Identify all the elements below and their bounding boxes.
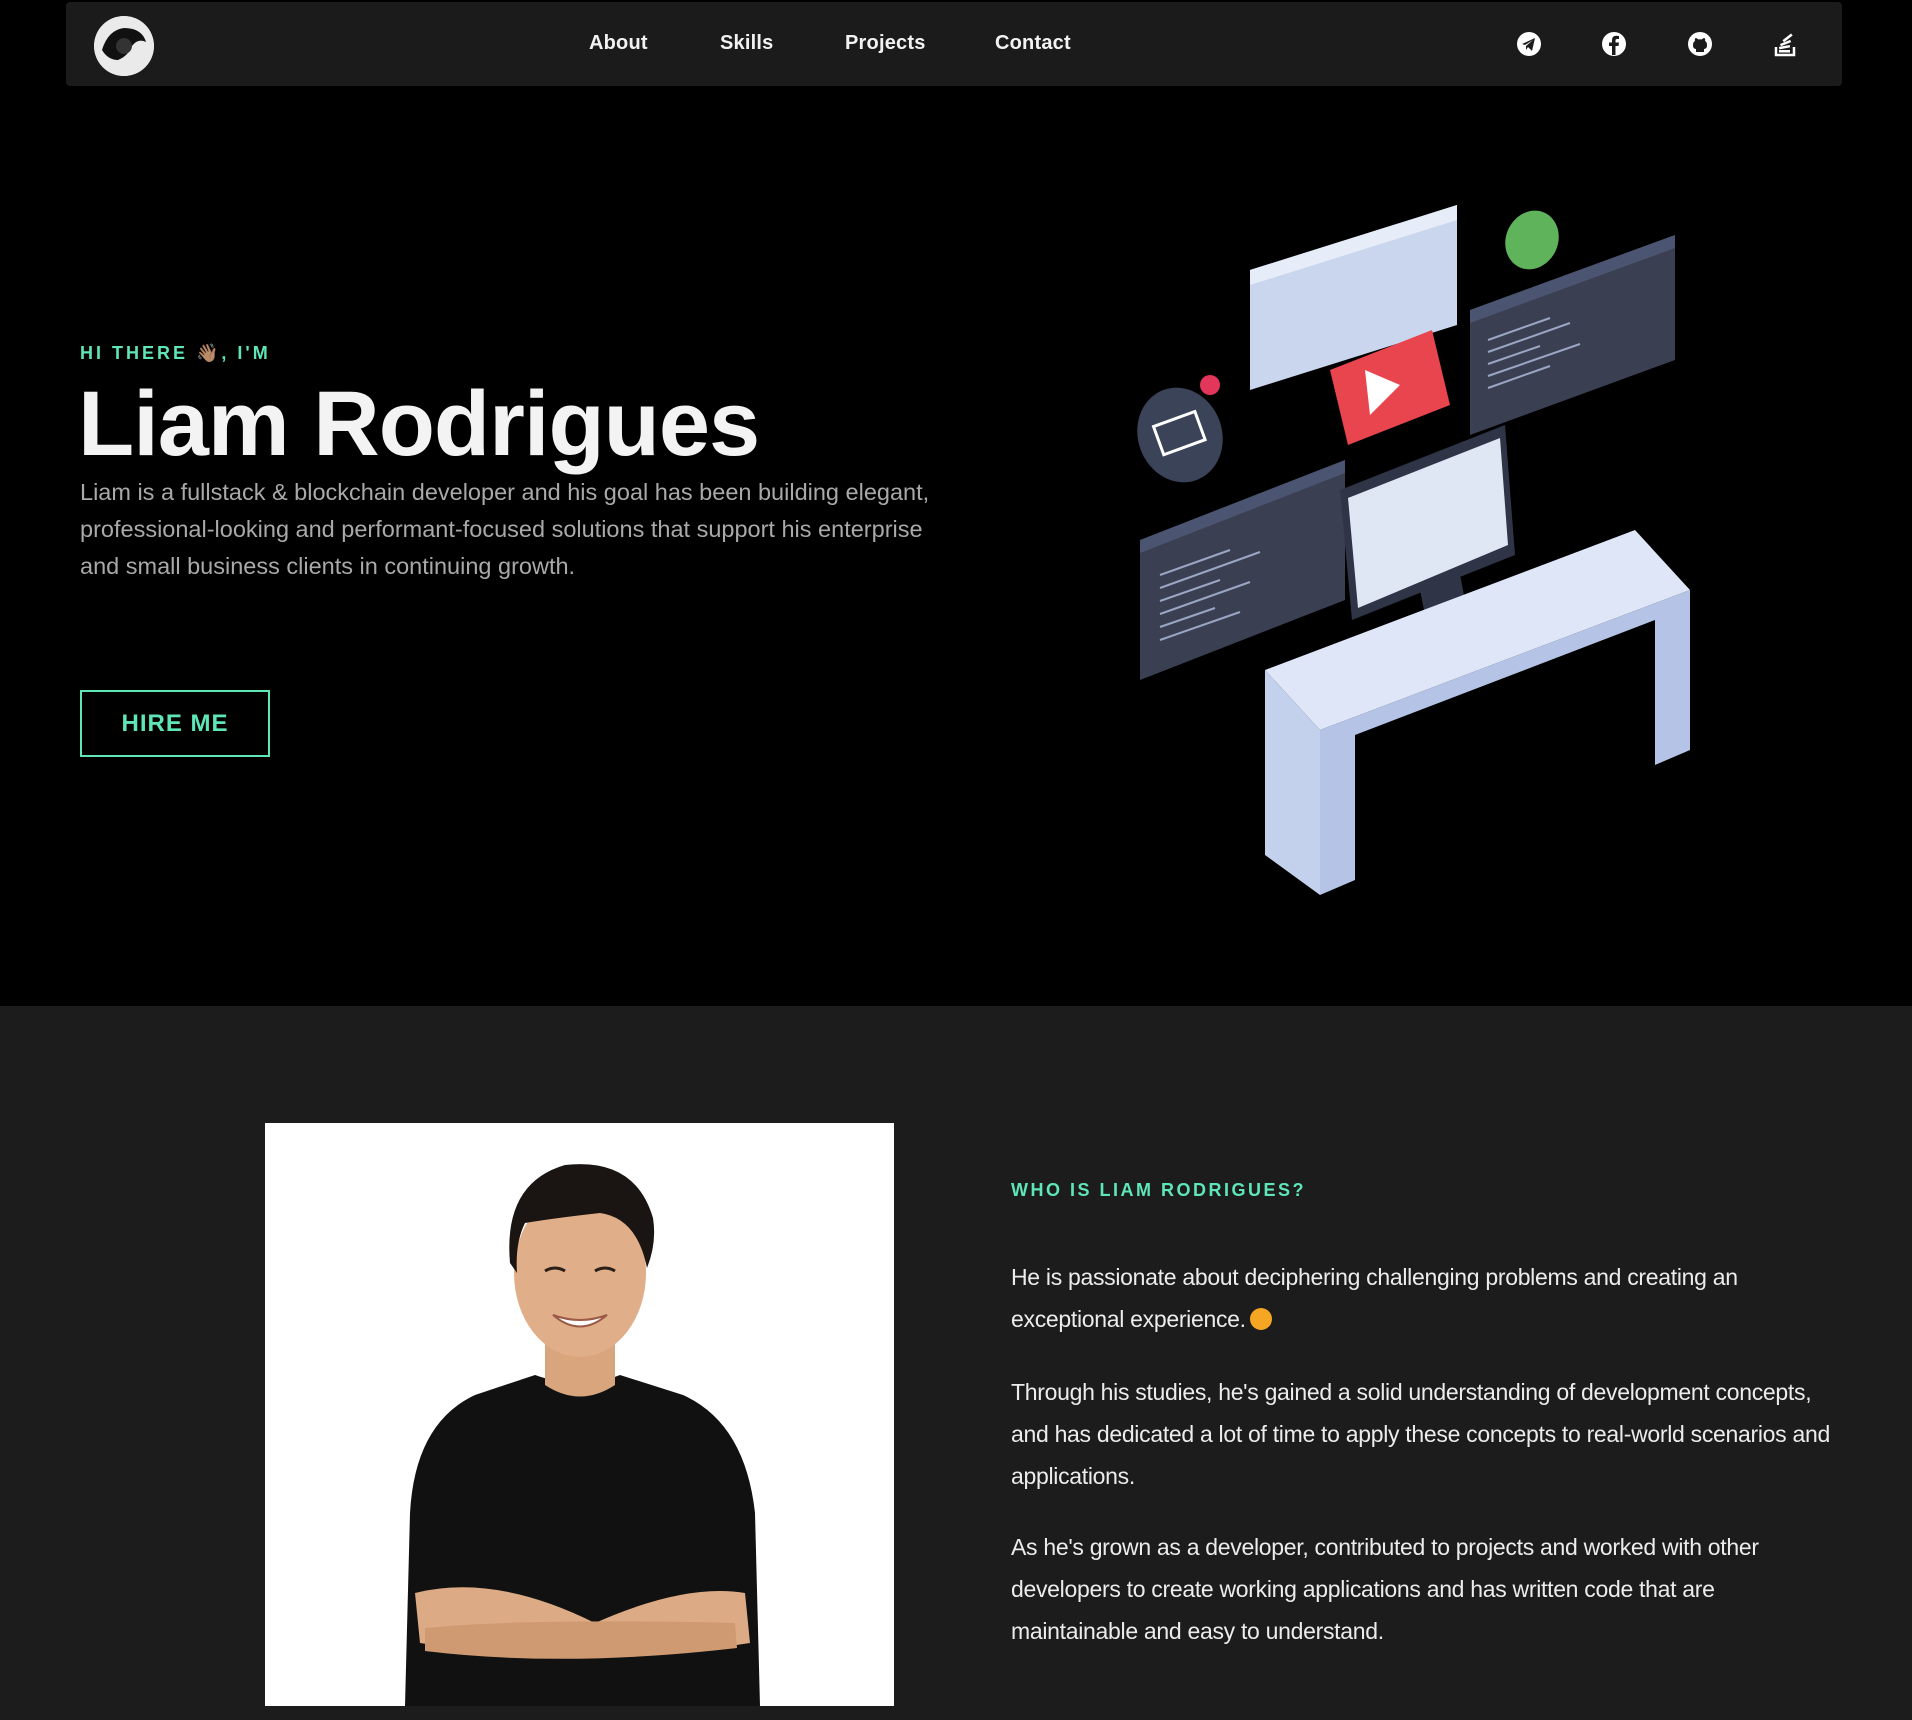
about-heading: WHO IS LIAM RODRIGUES? <box>1011 1180 1306 1200</box>
telegram-icon[interactable] <box>1513 28 1545 60</box>
hire-me-button[interactable]: HIRE ME <box>80 690 270 757</box>
github-icon[interactable] <box>1684 28 1716 60</box>
smile-emoji-icon <box>1249 1308 1272 1330</box>
developer-workspace-illustration <box>1137 205 1690 895</box>
navbar: About Skills Projects Contact <box>66 2 1842 86</box>
about-section: WHO IS LIAM RODRIGUES? He is passionate … <box>0 1006 1912 1720</box>
stackoverflow-icon[interactable] <box>1769 28 1801 60</box>
nav-link-contact[interactable]: Contact <box>995 32 1071 55</box>
about-paragraph: As he's grown as a developer, contribute… <box>1011 1534 1759 1644</box>
facebook-icon[interactable] <box>1598 28 1630 60</box>
hero-greeting: HI THERE 👋🏽, I'M <box>80 343 271 363</box>
nav-link-skills[interactable]: Skills <box>720 32 773 55</box>
about-paragraph: Through his studies, he's gained a solid… <box>1011 1379 1830 1489</box>
nav-link-about[interactable]: About <box>589 32 648 55</box>
hero-name: Liam Rodrigues <box>78 373 760 475</box>
hero-description: Liam is a fullstack & blockchain develop… <box>80 479 930 579</box>
nav-links: About Skills Projects Contact <box>66 2 1842 86</box>
nav-link-projects[interactable]: Projects <box>845 32 926 55</box>
about-paragraph: He is passionate about deciphering chall… <box>1011 1256 1831 1340</box>
profile-photo <box>265 1123 894 1706</box>
about-paragraph-text: He is passionate about deciphering chall… <box>1011 1264 1738 1332</box>
